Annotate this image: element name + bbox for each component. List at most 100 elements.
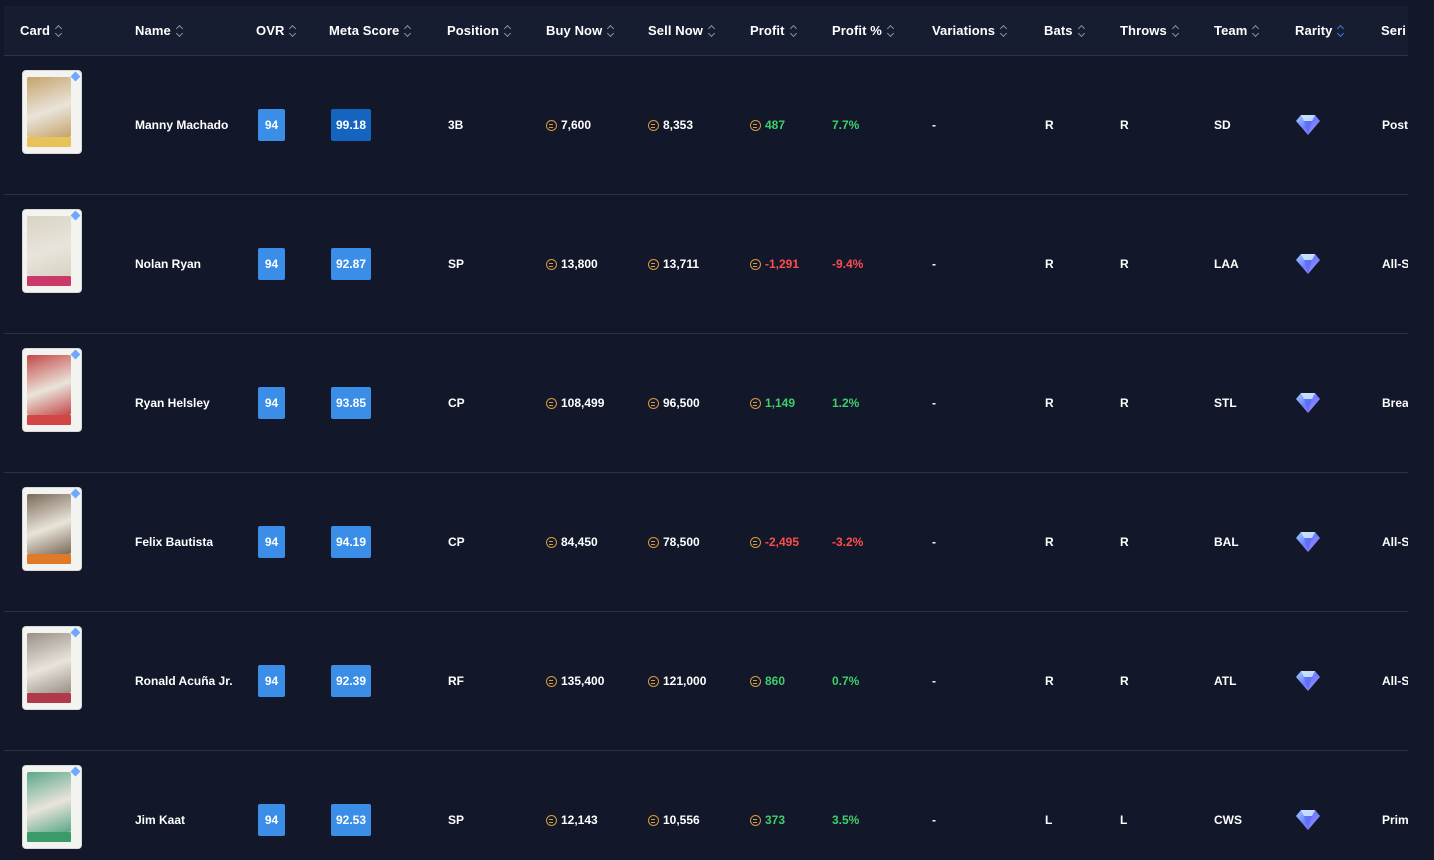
card-image[interactable] [22, 348, 82, 432]
position-value: RF [448, 674, 464, 688]
sort-chevrons-icon[interactable] [504, 24, 512, 38]
series-value: Break [1382, 396, 1408, 410]
column-header-label: Variations [932, 23, 996, 38]
rarity-cell [1296, 195, 1320, 333]
series-value: Posts [1382, 118, 1408, 132]
buy-now-cell: 135,400 [546, 612, 604, 750]
ovr-badge: 94 [258, 526, 285, 558]
table-row[interactable]: Nolan Ryan 94 92.87 SP 13,800 13,711 -1,291 -9.… [4, 195, 1408, 334]
sell-now-cell: 8,353 [648, 56, 693, 194]
sort-chevrons-icon[interactable] [1078, 24, 1086, 38]
column-header-ovr[interactable]: OVR [256, 6, 297, 55]
position-value: SP [448, 257, 465, 271]
sell-now-value: 78,500 [663, 535, 700, 549]
buy-now-value: 108,499 [561, 396, 605, 410]
stubs-coin-icon [648, 119, 659, 131]
sort-chevrons-icon[interactable] [176, 24, 184, 38]
throws-value: R [1120, 674, 1129, 688]
table-row[interactable]: Felix Bautista 94 94.19 CP 84,450 78,500 -2,49… [4, 473, 1408, 612]
stubs-coin-icon [648, 814, 659, 826]
card-image[interactable] [22, 626, 82, 710]
buy-now-cell: 84,450 [546, 473, 598, 611]
meta-score-badge: 99.18 [331, 109, 371, 141]
column-header-profit_pct[interactable]: Profit % [832, 6, 895, 55]
column-header-label: Profit [750, 23, 785, 38]
sort-chevrons-icon[interactable] [887, 24, 895, 38]
column-header-label: Position [447, 23, 500, 38]
rarity-cell [1296, 751, 1320, 860]
player-name[interactable]: Nolan Ryan [135, 195, 201, 333]
table-row[interactable]: Manny Machado 94 99.18 3B 7,600 8,353 487 7.7% -… [4, 56, 1408, 195]
profit-value: -2,495 [765, 535, 800, 549]
player-photo [27, 494, 71, 554]
profit-percent-value: 3.5% [832, 813, 860, 827]
meta-score-cell: 93.85 [331, 334, 371, 472]
throws-value: R [1120, 535, 1129, 549]
table-row[interactable]: Ryan Helsley 94 93.85 CP 108,499 96,500 1,149 1… [4, 334, 1408, 473]
stubs-coin-icon [648, 675, 659, 687]
series-value: All-St [1382, 674, 1408, 688]
meta-score-badge: 93.85 [331, 387, 371, 419]
table-row[interactable]: Ronald Acuña Jr. 94 92.39 RF 135,400 121,000 8… [4, 612, 1408, 751]
profit-cell: 860 [750, 612, 785, 750]
stubs-coin-icon [546, 536, 557, 548]
player-photo [27, 633, 71, 693]
column-header-label: Throws [1120, 23, 1167, 38]
column-header-team[interactable]: Team [1214, 6, 1260, 55]
column-header-card[interactable]: Card [20, 6, 63, 55]
sort-chevrons-icon[interactable] [790, 24, 798, 38]
column-header-rarity[interactable]: Rarity [1295, 6, 1345, 55]
stubs-coin-icon [546, 814, 557, 826]
player-name[interactable]: Ryan Helsley [135, 334, 210, 472]
sort-chevrons-icon[interactable] [55, 24, 63, 38]
column-header-variations[interactable]: Variations [932, 6, 1008, 55]
buy-now-value: 12,143 [561, 813, 598, 827]
player-photo [27, 216, 71, 276]
column-header-throws[interactable]: Throws [1120, 6, 1180, 55]
meta-score-cell: 94.19 [331, 473, 371, 611]
player-photo [27, 772, 71, 832]
sort-chevrons-icon[interactable] [404, 24, 412, 38]
player-name[interactable]: Felix Bautista [135, 473, 213, 611]
team-value: CWS [1214, 813, 1242, 827]
column-header-position[interactable]: Position [447, 6, 512, 55]
meta-score-badge: 92.53 [331, 804, 371, 836]
player-name[interactable]: Jim Kaat [135, 751, 185, 860]
sort-chevrons-icon[interactable] [289, 24, 297, 38]
rarity-cell [1296, 473, 1320, 611]
table-row[interactable]: Jim Kaat 94 92.53 SP 12,143 10,556 373 3.5% - L L C… [4, 751, 1408, 860]
sort-chevrons-icon[interactable] [708, 24, 716, 38]
column-header-meta[interactable]: Meta Score [329, 6, 412, 55]
card-image[interactable] [22, 765, 82, 849]
profit-value: -1,291 [765, 257, 800, 271]
card-image[interactable] [22, 209, 82, 293]
player-name[interactable]: Manny Machado [135, 56, 228, 194]
column-header-series[interactable]: Seri [1381, 6, 1406, 55]
sort-chevrons-icon[interactable] [1252, 24, 1260, 38]
buy-now-cell: 13,800 [546, 195, 598, 333]
column-header-profit[interactable]: Profit [750, 6, 798, 55]
column-header-sell[interactable]: Sell Now [648, 6, 716, 55]
sort-chevrons-icon[interactable] [1337, 24, 1345, 38]
player-name[interactable]: Ronald Acuña Jr. [135, 612, 233, 750]
column-header-bats[interactable]: Bats [1044, 6, 1086, 55]
sort-chevrons-icon[interactable] [1000, 24, 1008, 38]
column-header-buy[interactable]: Buy Now [546, 6, 615, 55]
column-header-label: Seri [1381, 23, 1406, 38]
sort-chevrons-icon[interactable] [607, 24, 615, 38]
column-header-name[interactable]: Name [135, 6, 184, 55]
team-value: LAA [1214, 257, 1239, 271]
variations-value: - [932, 118, 936, 132]
profit-cell: 373 [750, 751, 785, 860]
ovr-badge: 94 [258, 387, 285, 419]
card-rarity-icon [70, 627, 81, 638]
card-nameplate [27, 276, 71, 286]
stubs-coin-icon [750, 536, 761, 548]
card-image[interactable] [22, 70, 82, 154]
sort-chevrons-icon[interactable] [1172, 24, 1180, 38]
card-rarity-icon [70, 71, 81, 82]
card-cell [4, 56, 124, 194]
ovr-cell: 94 [258, 473, 285, 611]
column-header-label: Team [1214, 23, 1248, 38]
card-image[interactable] [22, 487, 82, 571]
